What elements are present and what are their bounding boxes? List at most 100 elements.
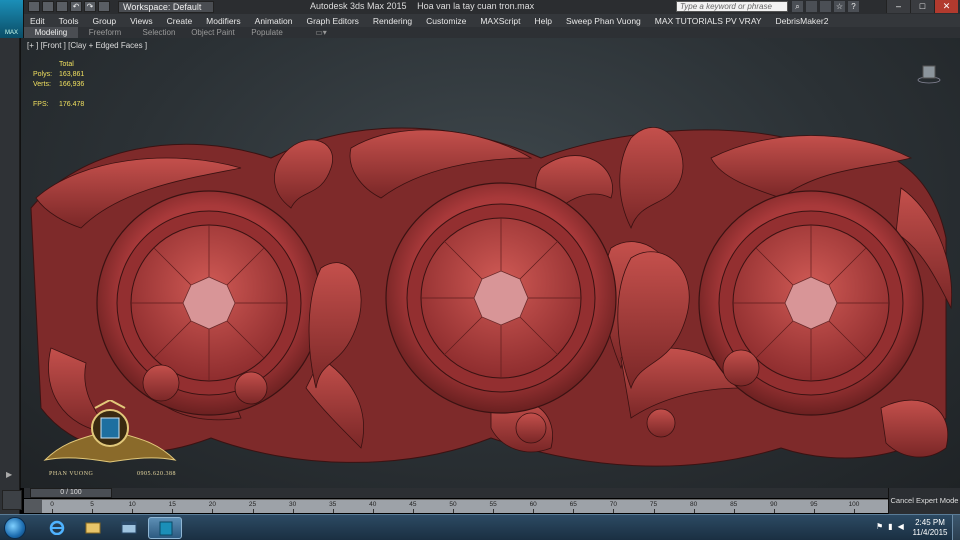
front-viewport[interactable]: [+ ] [Front ] [Clay + Edged Faces ] Tota… (20, 38, 960, 488)
viewcube-icon[interactable] (917, 64, 941, 84)
clock-time: 2:45 PM (915, 518, 945, 527)
rosette-center (385, 182, 617, 414)
start-button[interactable] (4, 517, 26, 539)
tab-object-paint[interactable]: Object Paint (186, 28, 240, 37)
track-tick-label: 85 (730, 501, 738, 508)
menu-views[interactable]: Views (130, 16, 153, 26)
expand-arrow-icon[interactable]: ▶ (6, 470, 14, 480)
application-menu-button[interactable]: MAX (0, 0, 24, 38)
menu-animation[interactable]: Animation (255, 16, 293, 26)
track-tick (412, 509, 414, 513)
close-button[interactable]: ✕ (934, 0, 958, 13)
menu-debrismaker[interactable]: DebrisMaker2 (776, 16, 829, 26)
show-desktop-button[interactable] (952, 515, 960, 540)
track-bar[interactable]: 0 5 10 15 20 25 30 35 40 45 50 55 60 65 70 75 80 85 90 95 10… (24, 499, 888, 513)
viewport-label[interactable]: [+ ] [Front ] [Clay + Edged Faces ] (27, 41, 147, 50)
clock-date: 11/4/2015 (912, 528, 948, 537)
save-file-icon[interactable] (56, 1, 68, 12)
track-tick (813, 509, 815, 513)
time-slider-thumb[interactable]: 0 / 100 (30, 488, 112, 498)
menu-rendering[interactable]: Rendering (373, 16, 412, 26)
favorites-star-icon[interactable]: ☆ (834, 1, 845, 12)
menu-maxscript[interactable]: MAXScript (480, 16, 520, 26)
watermark-phone: 0905.620.388 (137, 471, 176, 477)
polys-label: Polys: (33, 71, 53, 78)
taskbar-file-explorer[interactable] (76, 517, 110, 539)
track-tick-label: 70 (609, 501, 618, 508)
menu-customize[interactable]: Customize (426, 16, 466, 26)
track-tick-label: 75 (649, 501, 658, 508)
menu-group[interactable]: Group (93, 16, 117, 26)
track-tick (653, 509, 655, 513)
redo-icon[interactable]: ↷ (84, 1, 96, 12)
track-tick (854, 509, 855, 513)
internet-explorer-icon (49, 520, 65, 535)
track-tick-label: 45 (409, 501, 417, 508)
track-tick-label: 0 (50, 501, 54, 508)
workspace-dropdown[interactable]: Workspace: Default (118, 1, 214, 13)
window-title: Autodesk 3ds Max 2015 Hoa van la tay cua… (310, 1, 542, 11)
taskbar-3ds-max[interactable] (148, 517, 182, 539)
stats-header: Total (59, 61, 74, 68)
left-panel-strip: ▶ (0, 38, 20, 514)
polys-value: 163,861 (59, 71, 85, 78)
track-tick-label: 25 (248, 501, 257, 508)
network-icon[interactable]: ▮ (888, 522, 892, 531)
ribbon-toggle-icon[interactable]: ▭▾ (294, 28, 348, 37)
track-tick (533, 509, 535, 513)
menu-edit[interactable]: Edit (30, 16, 45, 26)
mini-listener-box[interactable] (2, 490, 22, 510)
menu-sweep-phan-vuong[interactable]: Sweep Phan Vuong (566, 16, 641, 26)
open-file-icon[interactable] (42, 1, 54, 12)
track-tick (172, 509, 174, 513)
taskbar-internet-explorer[interactable] (40, 517, 74, 539)
search-icon[interactable]: ⌕ (792, 1, 803, 12)
track-tick (493, 509, 495, 513)
minimize-button[interactable]: – (886, 0, 910, 13)
subscription-icon[interactable] (806, 1, 817, 12)
file-name: Hoa van la tay cuan tron.max (417, 1, 535, 11)
tab-populate[interactable]: Populate (240, 28, 294, 37)
track-tick (292, 509, 294, 513)
volume-icon[interactable]: ◀ (898, 522, 904, 531)
track-tick (212, 509, 214, 513)
track-tick-label: 50 (449, 501, 457, 508)
track-tick-label: 90 (770, 501, 778, 508)
taskbar-window-app[interactable] (112, 517, 146, 539)
search-input[interactable]: Type a keyword or phrase (676, 1, 788, 12)
windows-taskbar: ⚑ ▮ ◀ 2:45 PM 11/4/2015 (0, 514, 960, 540)
menu-tools[interactable]: Tools (59, 16, 79, 26)
tab-selection[interactable]: Selection (132, 28, 186, 37)
maximize-button[interactable]: □ (910, 0, 934, 13)
cancel-expert-mode-button[interactable]: Cancel Expert Mode (888, 488, 960, 514)
communication-icon[interactable] (820, 1, 831, 12)
track-bar-key-icon[interactable] (24, 499, 42, 513)
track-tick (132, 509, 134, 513)
menu-modifiers[interactable]: Modifiers (206, 16, 240, 26)
menu-create[interactable]: Create (167, 16, 193, 26)
menu-max-tutorials[interactable]: MAX TUTORIALS PV VRAY (655, 16, 762, 26)
track-tick (372, 509, 374, 513)
flag-icon[interactable]: ⚑ (876, 522, 883, 531)
tab-modeling[interactable]: Modeling (24, 27, 78, 38)
track-tick-label: 35 (329, 501, 337, 508)
app-name: Autodesk 3ds Max 2015 (310, 1, 407, 11)
system-tray: ⚑ ▮ ◀ (876, 522, 904, 531)
menu-help[interactable]: Help (534, 16, 551, 26)
menu-graph-editors[interactable]: Graph Editors (306, 16, 358, 26)
app-logo-label: MAX (4, 30, 18, 36)
track-tick (332, 509, 334, 513)
tab-freeform[interactable]: Freeform (78, 28, 132, 37)
undo-icon[interactable]: ↶ (70, 1, 82, 12)
window-controls: – □ ✕ (886, 0, 958, 13)
track-tick (453, 509, 454, 513)
project-folder-icon[interactable] (98, 1, 110, 12)
track-tick (733, 509, 735, 513)
system-clock[interactable]: 2:45 PM 11/4/2015 (910, 518, 950, 538)
help-icon[interactable]: ? (848, 1, 859, 12)
track-tick-label: 60 (529, 501, 537, 508)
3ds-max-icon (159, 521, 173, 536)
title-bar: ↶ ↷ Workspace: Default Autodesk 3ds Max … (0, 0, 960, 14)
quick-access-toolbar: ↶ ↷ (28, 1, 110, 12)
new-file-icon[interactable] (28, 1, 40, 12)
